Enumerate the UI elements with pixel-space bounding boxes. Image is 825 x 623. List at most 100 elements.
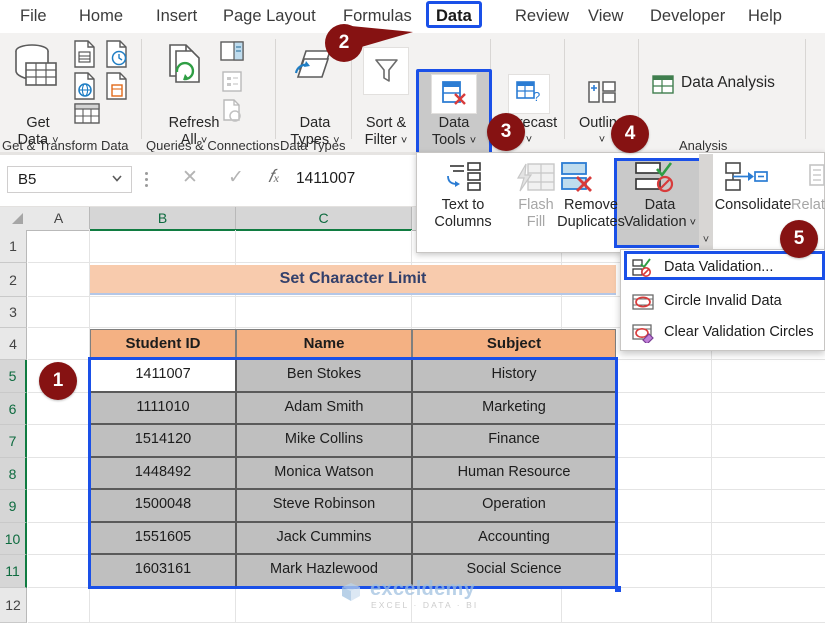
select-all-icon — [12, 213, 23, 224]
name-box[interactable]: B5 — [7, 166, 132, 193]
outline-icon — [583, 74, 621, 114]
chevron-down-icon[interactable]: ˅ — [700, 232, 712, 248]
tab-data[interactable]: Data — [426, 1, 482, 28]
from-database-icon[interactable] — [104, 71, 130, 101]
forecast-icon: ? — [508, 74, 550, 114]
step-marker-1-label: 1 — [52, 370, 64, 391]
row-header-10[interactable]: 10 — [0, 523, 27, 555]
table-cell[interactable]: 1551605 — [90, 522, 236, 554]
refresh-all-icon — [164, 41, 212, 89]
table-cell[interactable]: 1448492 — [90, 457, 236, 489]
table-header-name[interactable]: Name — [236, 329, 412, 358]
queries-connections-icon[interactable] — [218, 39, 246, 65]
properties-icon — [218, 69, 246, 95]
chevron-down-icon: ˅ — [400, 135, 408, 147]
table-cell[interactable]: Ben Stokes — [236, 359, 412, 392]
text-to-columns-button[interactable]: Text to Columns — [427, 197, 499, 231]
row-header-2[interactable]: 2 — [0, 263, 27, 297]
tab-review[interactable]: Review — [508, 2, 576, 30]
menu-item-clear-validation-circles-label: Clear Validation Circles — [664, 324, 814, 340]
svg-text:?: ? — [533, 89, 540, 104]
formula-input[interactable]: 1411007 — [296, 170, 355, 188]
step-marker-5-label: 5 — [793, 228, 805, 249]
from-table-range-icon[interactable] — [72, 101, 102, 127]
clear-circles-icon — [632, 323, 654, 345]
table-cell[interactable]: History — [412, 359, 616, 392]
select-all-button[interactable] — [0, 207, 29, 229]
get-data-label-1: Get — [26, 115, 50, 131]
row-header-9[interactable]: 9 — [0, 490, 27, 523]
group-label-data-types: Data Types — [280, 138, 346, 153]
table-cell[interactable]: Adam Smith — [236, 392, 412, 424]
table-cell[interactable]: 1514120 — [90, 424, 236, 457]
tab-insert[interactable]: Insert — [149, 2, 204, 30]
data-validation-label-1: Data — [644, 197, 676, 213]
table-cell[interactable]: 1603161 — [90, 554, 236, 587]
row-header-8[interactable]: 8 — [0, 458, 27, 490]
group-label-get-transform: Get & Transform Data — [2, 138, 129, 153]
table-header-student-id[interactable]: Student ID — [90, 329, 236, 358]
text-to-columns-icon — [440, 160, 484, 196]
row-header-12[interactable]: 12 — [0, 588, 27, 623]
from-web-recent-icon[interactable] — [104, 39, 130, 69]
data-analysis-label[interactable]: Data Analysis — [681, 74, 775, 92]
tab-file[interactable]: File — [13, 2, 54, 30]
from-text-csv-icon[interactable] — [72, 39, 98, 69]
menu-item-clear-validation-circles[interactable]: Clear Validation Circles — [626, 318, 819, 348]
table-cell[interactable]: Marketing — [412, 392, 616, 424]
table-cell[interactable]: Jack Cummins — [236, 522, 412, 554]
table-cell[interactable]: 1411007 — [90, 359, 236, 392]
circle-invalid-icon — [632, 292, 654, 312]
data-tools-icon — [431, 74, 477, 114]
table-cell[interactable]: Mike Collins — [236, 424, 412, 457]
chevron-down-icon: ˅ — [686, 217, 697, 229]
row-header-4[interactable]: 4 — [0, 328, 27, 360]
table-cell[interactable]: Monica Watson — [236, 457, 412, 489]
row-header-7[interactable]: 7 — [0, 425, 27, 458]
column-header-a[interactable]: A — [28, 207, 90, 229]
table-cell[interactable]: Human Resource — [412, 457, 616, 489]
tab-home[interactable]: Home — [72, 2, 130, 30]
formula-bar-grip[interactable] — [145, 172, 148, 188]
table-cell[interactable]: Finance — [412, 424, 616, 457]
sort-filter-button[interactable]: Sort & Filter ˅ — [356, 115, 416, 150]
fx-icon[interactable]: 𝑓x — [268, 166, 279, 187]
tab-help[interactable]: Help — [741, 2, 789, 30]
relationships-icon — [806, 160, 825, 196]
column-header-c[interactable]: C — [236, 207, 412, 229]
row-header-1[interactable]: 1 — [0, 230, 27, 263]
watermark: exceldemy EXCEL · DATA · BI — [333, 578, 503, 618]
from-web-icon[interactable] — [72, 71, 98, 101]
flash-fill-icon — [514, 160, 558, 196]
step-marker-3-label: 3 — [500, 121, 512, 142]
title-cell[interactable]: Set Character Limit — [90, 265, 616, 295]
data-tools-button[interactable]: Data Tools ˅ — [421, 115, 487, 150]
menu-item-circle-invalid-data[interactable]: Circle Invalid Data — [626, 287, 819, 317]
confirm-icon[interactable]: ✓ — [228, 166, 244, 189]
consolidate-label: Consolidate — [714, 197, 792, 213]
selection-fill-handle[interactable] — [615, 586, 621, 592]
row-header-3[interactable]: 3 — [0, 297, 27, 328]
tab-page-layout[interactable]: Page Layout — [216, 2, 323, 30]
tab-view[interactable]: View — [581, 2, 630, 30]
refresh-all-label-1: Refresh — [168, 115, 220, 131]
row-header-11[interactable]: 11 — [0, 555, 27, 588]
cancel-icon[interactable]: ✕ — [182, 166, 198, 189]
data-tools-label-2: Tools ˅ — [431, 132, 477, 148]
table-header-subject[interactable]: Subject — [412, 329, 616, 358]
consolidate-button[interactable]: Consolidate — [707, 197, 799, 214]
column-header-b[interactable]: B — [90, 207, 236, 229]
step-marker-4: 4 — [611, 115, 649, 153]
table-cell[interactable]: 1500048 — [90, 489, 236, 522]
row-header-6[interactable]: 6 — [0, 393, 27, 425]
relationships-button: Relat — [791, 197, 825, 214]
row-header-5[interactable]: 5 — [0, 360, 27, 393]
table-cell[interactable]: Accounting — [412, 522, 616, 554]
table-cell[interactable]: Steve Robinson — [236, 489, 412, 522]
tab-developer[interactable]: Developer — [643, 2, 732, 30]
data-validation-button[interactable]: Data Validation ˅ — [617, 197, 703, 232]
data-analysis-icon — [650, 73, 676, 97]
watermark-tagline: EXCEL · DATA · BI — [371, 600, 479, 610]
table-cell[interactable]: Operation — [412, 489, 616, 522]
table-cell[interactable]: 1111010 — [90, 392, 236, 424]
